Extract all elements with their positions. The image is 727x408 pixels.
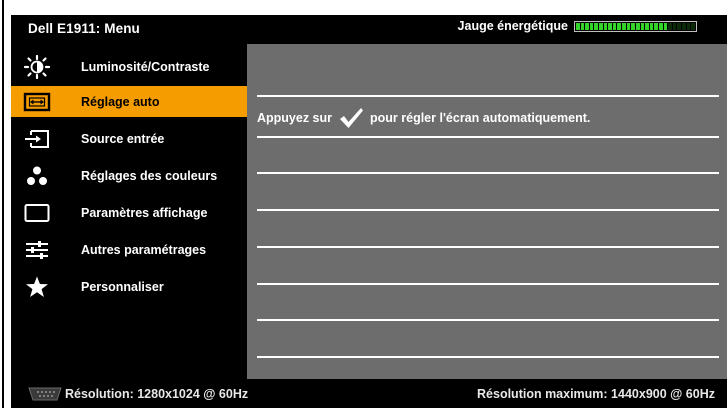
- checkmark-icon: [340, 108, 364, 128]
- divider: [257, 356, 719, 358]
- divider: [257, 319, 719, 321]
- menu-item-brightness-contrast[interactable]: Luminosité/Contraste: [11, 51, 247, 82]
- gauge-segment: [645, 22, 649, 30]
- gauge-segment: [672, 22, 677, 30]
- gauge-segment: [658, 22, 663, 30]
- energy-gauge-label: Jauge énergétique: [457, 19, 568, 33]
- menu-title: Dell E1911: Menu: [28, 21, 140, 36]
- divider: [257, 136, 719, 138]
- message-suffix: pour régler l'écran automatiquement.: [370, 111, 591, 125]
- menu-list: Luminosité/Contraste Réglage auto Source…: [11, 44, 247, 379]
- gauge-segment: [603, 22, 608, 30]
- menu-item-display-settings[interactable]: Paramètres affichage: [11, 197, 247, 228]
- content-panel: Appuyez sur pour régler l'écran automati…: [247, 44, 727, 379]
- gauge-segment: [677, 22, 682, 30]
- divider: [257, 209, 719, 211]
- energy-gauge-bar: [574, 20, 697, 32]
- osd-header: Dell E1911: Menu Jauge énergétique: [11, 15, 727, 44]
- menu-item-label: Paramètres affichage: [81, 205, 208, 220]
- gauge-segment: [631, 22, 635, 30]
- osd-footer: Résolution: 1280x1024 @ 60Hz Résolution …: [11, 379, 727, 408]
- divider: [257, 246, 719, 248]
- menu-item-input-source[interactable]: Source entrée: [11, 123, 247, 154]
- menu-item-auto-adjust[interactable]: Réglage auto: [11, 86, 247, 117]
- gauge-segment: [686, 22, 691, 30]
- divider: [257, 95, 719, 97]
- menu-item-label: Luminosité/Contraste: [81, 59, 210, 74]
- gauge-segment: [691, 22, 695, 30]
- divider: [257, 283, 719, 285]
- gauge-segment: [649, 22, 654, 30]
- menu-item-label: Réglage auto: [81, 94, 160, 109]
- max-resolution: Résolution maximum: 1440x900 @ 60Hz: [477, 387, 715, 401]
- gauge-segment: [654, 22, 658, 30]
- gauge-segment: [682, 22, 686, 30]
- gauge-segment: [622, 22, 626, 30]
- gauge-segment: [585, 22, 589, 30]
- energy-gauge-group: Jauge énergétique: [458, 19, 697, 33]
- left-frame-edge: [0, 0, 11, 408]
- message-prefix: Appuyez sur: [257, 111, 333, 125]
- gauge-segment: [635, 22, 640, 30]
- gauge-segment: [580, 22, 585, 30]
- auto-adjust-message: Appuyez sur pour régler l'écran automati…: [257, 106, 590, 130]
- menu-item-label: Personnaliser: [81, 279, 164, 294]
- gauge-segment: [594, 22, 599, 30]
- star-icon: [20, 275, 54, 299]
- gauge-segment: [663, 22, 668, 30]
- gauge-segment: [599, 22, 603, 30]
- menu-item-label: Autres paramétrages: [81, 242, 207, 257]
- menu-item-other-settings[interactable]: Autres paramétrages: [11, 234, 247, 265]
- divider: [257, 172, 719, 174]
- vga-connector-icon: [28, 387, 62, 401]
- brightness-icon: [20, 54, 54, 79]
- menu-item-personalize[interactable]: Personnaliser: [11, 271, 247, 302]
- auto-adjust-icon: [20, 90, 54, 114]
- gauge-segment: [640, 22, 645, 30]
- menu-item-label: Réglages des couleurs: [81, 168, 218, 183]
- current-resolution: Résolution: 1280x1024 @ 60Hz: [65, 387, 249, 401]
- gauge-segment: [617, 22, 622, 30]
- gauge-segment: [576, 22, 580, 30]
- gauge-segment: [626, 22, 631, 30]
- gauge-segment: [608, 22, 612, 30]
- gauge-segment: [668, 22, 672, 30]
- input-source-icon: [20, 127, 54, 151]
- gauge-segment: [612, 22, 617, 30]
- color-settings-icon: [20, 164, 54, 188]
- osd-menu: Dell E1911: Menu Jauge énergétique Lumin…: [11, 15, 727, 408]
- display-settings-icon: [20, 201, 54, 225]
- menu-item-label: Source entrée: [81, 131, 165, 146]
- gauge-segment: [589, 22, 594, 30]
- menu-item-color-settings[interactable]: Réglages des couleurs: [11, 160, 247, 191]
- other-settings-icon: [20, 238, 54, 262]
